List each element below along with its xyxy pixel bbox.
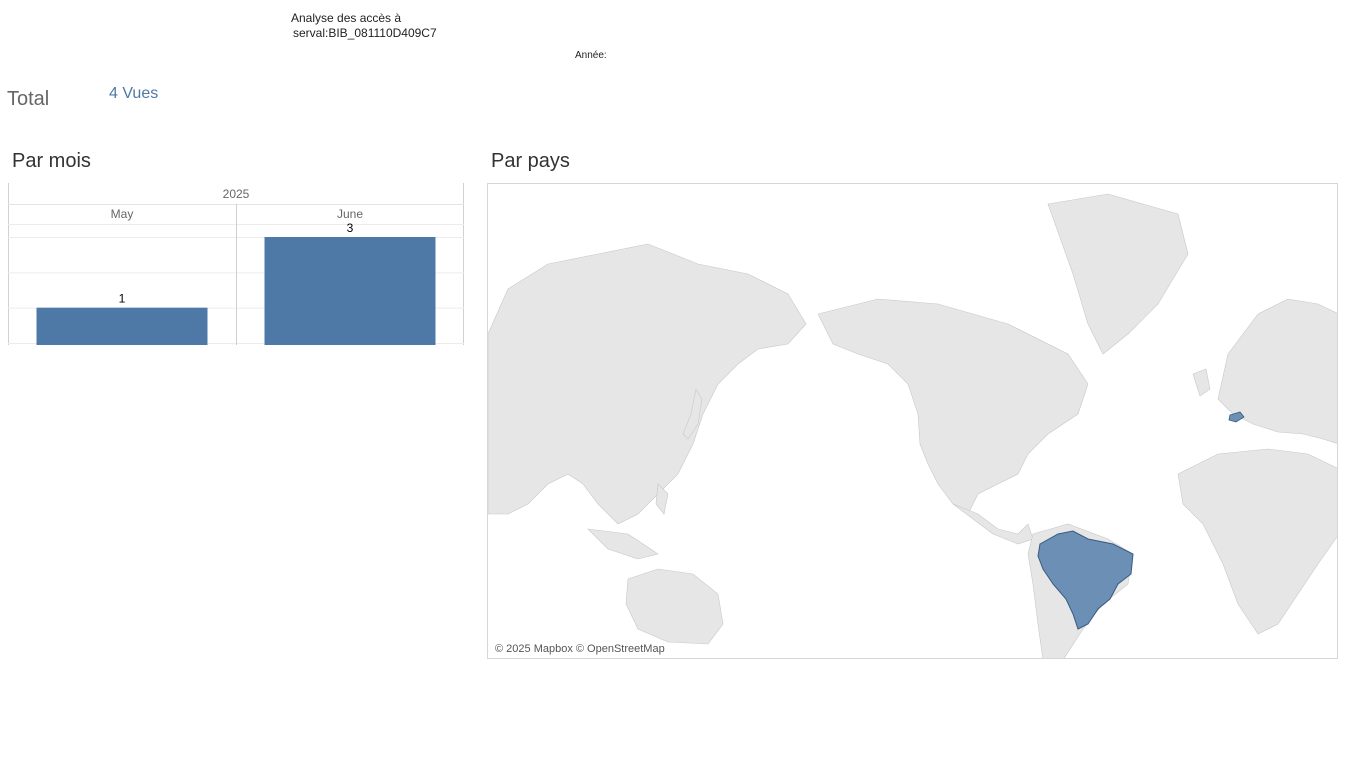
- chart-year-label: 2025: [223, 187, 250, 201]
- page-title-line1: Analyse des accès à: [291, 11, 402, 25]
- philippines: [655, 483, 669, 515]
- asia-landmass: [488, 243, 807, 525]
- chart-bar: [264, 237, 436, 345]
- monthly-bar-chart[interactable]: 2025 May 1 June 3: [8, 183, 464, 345]
- uk-landmass: [1192, 368, 1211, 397]
- chart-category-label: May: [111, 207, 134, 221]
- sea-islands: [587, 528, 659, 560]
- page-title-line2: serval:BIB_081110D409C7: [293, 26, 437, 40]
- chart-bar: [36, 307, 208, 345]
- chart-category-label: June: [337, 207, 363, 221]
- world-map-svg: [488, 193, 1337, 658]
- section-title-by-country: Par pays: [491, 150, 570, 172]
- total-value: 4 Vues: [109, 85, 159, 102]
- year-filter-label[interactable]: Année:: [575, 50, 607, 61]
- total-label: Total: [7, 88, 50, 110]
- north-america-landmass: [817, 298, 1089, 515]
- country-map[interactable]: © 2025 Mapbox © OpenStreetMap: [487, 183, 1338, 659]
- central-america: [952, 503, 1034, 545]
- australia-landmass: [625, 568, 724, 645]
- africa-landmass: [1177, 448, 1337, 635]
- greenland-landmass: [1047, 193, 1189, 355]
- map-attribution: © 2025 Mapbox © OpenStreetMap: [495, 643, 665, 655]
- chart-data-label: 1: [119, 292, 126, 306]
- chart-data-label: 3: [347, 221, 354, 235]
- section-title-by-month: Par mois: [12, 150, 91, 172]
- page-title: Analyse des accès à serval:BIB_081110D40…: [291, 11, 437, 41]
